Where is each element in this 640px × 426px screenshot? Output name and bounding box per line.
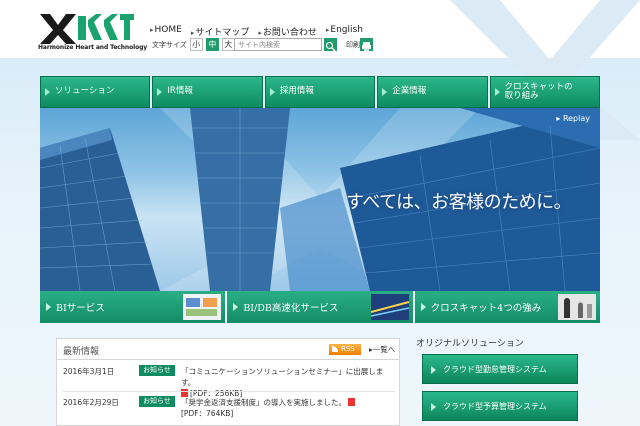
tab-label: IR情報 <box>167 86 193 97</box>
main-navigation: ソリューション IR情報 採用情報 企業情報 クロスキャットの 取り組み <box>40 76 601 108</box>
font-size-small-button[interactable]: 小 <box>189 38 203 51</box>
divider <box>63 391 395 392</box>
hero-tagline: すべては、お客様のために。 <box>346 192 572 213</box>
dashboard-thumbnail <box>183 294 222 320</box>
news-date: 2016年3月1日 <box>63 367 115 376</box>
replay-button[interactable]: ▸ Replay <box>556 114 590 123</box>
speed-lines-thumbnail <box>370 294 409 320</box>
news-title: 最新情報 <box>63 347 100 357</box>
solution-attendance-button[interactable]: クラウド型勤怠管理システム <box>422 354 578 384</box>
arrow-right-icon <box>46 303 51 311</box>
nav-sitemap-link[interactable]: サイトマップ <box>191 25 249 38</box>
divider <box>57 359 399 360</box>
news-date: 2016年2月29日 <box>63 398 119 407</box>
news-text[interactable]: 「奨学金返済支援制度」の導入を実施しました。 [PDF：764KB] <box>181 397 393 419</box>
nav-home-link[interactable]: HOME <box>150 25 182 38</box>
news-list-link[interactable]: ▸一覧へ <box>369 344 395 355</box>
news-text[interactable]: 「コミュニケーションソリューションセミナー」に出展します。 [PDF：256KB] <box>181 366 393 399</box>
news-panel: 最新情報 RSS ▸一覧へ 2016年3月1日 お知らせ 「コミュニケーションソ… <box>56 338 400 426</box>
font-size-large-button[interactable]: 大 <box>221 38 235 51</box>
font-size-switcher: 文字サイズ 小 中 大 <box>152 38 235 51</box>
arrow-right-icon <box>45 88 50 96</box>
tab-ir[interactable]: IR情報 <box>152 76 263 108</box>
arrow-right-icon <box>233 303 239 311</box>
arrow-right-icon <box>157 88 163 96</box>
solution-label: クラウド型予算管理システム <box>443 401 547 411</box>
tab-company[interactable]: 企業情報 <box>377 76 488 108</box>
banner-label: BIサービス <box>56 303 105 314</box>
pdf-icon <box>348 398 356 406</box>
tab-label: ソリューション <box>55 86 115 97</box>
tab-initiatives[interactable]: クロスキャットの 取り組み <box>489 76 601 108</box>
arrow-right-icon <box>269 88 275 96</box>
search-icon[interactable] <box>324 38 337 52</box>
banner-label: クロスキャット4つの強み <box>430 303 542 314</box>
logo-tagline: Harmonize Heart and Technology <box>38 44 148 51</box>
rss-button[interactable]: RSS <box>329 344 361 355</box>
print-label: 印刷 <box>346 41 360 49</box>
banner-four-strengths[interactable]: クロスキャット4つの強み <box>414 291 600 323</box>
tab-recruit[interactable]: 採用情報 <box>264 76 376 108</box>
font-size-label: 文字サイズ <box>152 40 187 49</box>
nav-english-link[interactable]: English <box>326 25 363 38</box>
arrow-right-icon <box>382 88 388 96</box>
arrow-right-icon <box>494 88 500 96</box>
arrow-right-icon <box>431 366 436 374</box>
top-utility-nav: HOME サイトマップ お問い合わせ English <box>150 25 363 38</box>
banner-label: BI/DB高速化サービス <box>243 303 339 314</box>
solution-label: クラウド型勤怠管理システム <box>443 364 547 374</box>
banner-bi-service[interactable]: BIサービス <box>40 291 226 323</box>
solution-budget-button[interactable]: クラウド型予算管理システム <box>422 391 578 421</box>
print-icon[interactable] <box>360 38 373 51</box>
feature-banners: BIサービス BI/DB高速化サービス クロスキャット4つの強み <box>40 291 600 323</box>
site-search-input[interactable]: サイト内検索 <box>234 38 322 51</box>
font-size-medium-button[interactable]: 中 <box>205 38 219 51</box>
nav-contact-link[interactable]: お問い合わせ <box>258 25 317 38</box>
news-text-label: 「奨学金返済支援制度」の導入を実施しました。 <box>181 398 346 407</box>
hero-banner: ▸ Replay すべては、お客様のために。 <box>40 108 600 291</box>
chess-pieces-thumbnail <box>557 294 596 320</box>
news-text-label: 「コミュニケーションソリューションセミナー」に出展します。 <box>181 367 384 387</box>
tab-label: 採用情報 <box>279 86 314 97</box>
news-category-badge: お知らせ <box>139 365 175 376</box>
pdf-size: [PDF：764KB] <box>181 409 234 418</box>
replay-label: Replay <box>562 114 590 123</box>
tab-label: クロスキャットの 取り組み <box>504 81 573 101</box>
tab-label: 企業情報 <box>392 86 427 97</box>
banner-bi-db-acceleration[interactable]: BI/DB高速化サービス <box>227 291 413 323</box>
arrow-right-icon <box>431 403 436 411</box>
solutions-title: オリジナルソリューション <box>416 339 524 349</box>
tab-solutions[interactable]: ソリューション <box>40 76 151 108</box>
news-list-label: 一覧へ <box>372 345 396 354</box>
news-category-badge: お知らせ <box>139 396 175 407</box>
arrow-right-icon <box>420 303 426 311</box>
